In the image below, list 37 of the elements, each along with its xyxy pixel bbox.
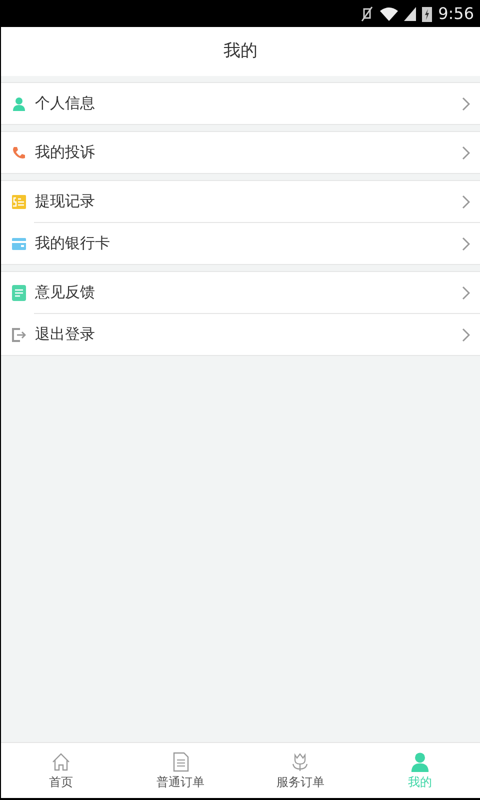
receipt-icon (12, 194, 26, 208)
menu-label: 我的银行卡 (35, 233, 111, 254)
menu-item[interactable]: 我的银行卡 (1, 223, 480, 264)
menu-label: 我的投诉 (35, 142, 96, 164)
card-icon (12, 238, 26, 250)
menu-label: 退出登录 (35, 324, 96, 346)
menu-label: 个人信息 (35, 93, 96, 114)
chevron-icon (462, 328, 470, 342)
tab[interactable]: 服务订单 (240, 743, 360, 798)
menu-item[interactable]: 个人信息 (1, 83, 480, 124)
page-title: 我的 (224, 40, 258, 63)
battery-icon (422, 6, 432, 22)
menu-label: 提现记录 (35, 191, 96, 212)
chevron-icon (462, 146, 470, 160)
person-icon (410, 752, 430, 772)
exit-icon (12, 328, 26, 342)
menu-item[interactable]: 我的投诉 (1, 132, 480, 173)
flower-icon (291, 752, 310, 772)
chevron-icon (462, 236, 470, 250)
tab[interactable]: 普通订单 (120, 743, 240, 798)
note-icon (12, 284, 26, 300)
chevron-icon (462, 194, 470, 208)
chevron-icon (462, 96, 470, 110)
menu-item[interactable]: 意见反馈 (1, 272, 480, 313)
tab[interactable]: 首页 (1, 743, 121, 798)
phone-icon (12, 146, 26, 160)
chevron-icon (462, 286, 470, 300)
clock: 9:56 (438, 2, 474, 24)
document-icon (172, 752, 189, 772)
mute-icon (360, 6, 374, 22)
menu-item[interactable]: 提现记录 (1, 181, 480, 222)
menu-label: 意见反馈 (35, 282, 96, 304)
home-icon (50, 752, 71, 772)
signal-icon (404, 6, 416, 20)
menu-item[interactable]: 退出登录 (1, 314, 480, 355)
wifi-icon (380, 6, 398, 20)
person-icon (12, 96, 26, 110)
